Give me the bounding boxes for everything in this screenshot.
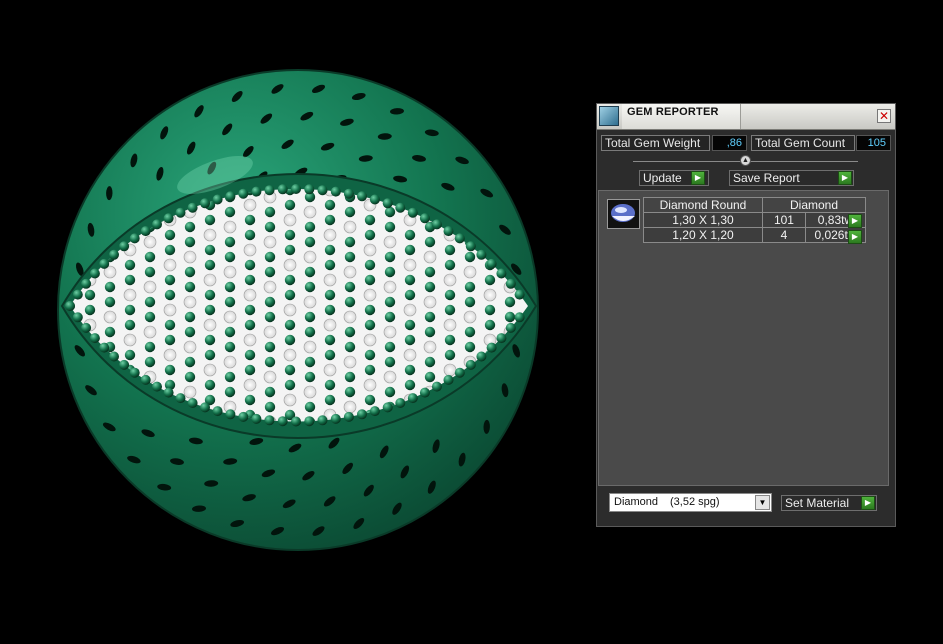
row-count: 101 <box>762 212 806 228</box>
material-sg: (3,52 spg) <box>670 496 720 508</box>
set-material-button-label: Set Material <box>785 496 850 510</box>
header-shape: Diamond Round <box>643 197 763 213</box>
header-material: Diamond <box>762 197 866 213</box>
update-arrow-icon[interactable]: ▶ <box>691 171 705 185</box>
table-row[interactable]: 1,20 X 1,20 4 0,026tw <box>643 227 867 243</box>
total-gem-weight-label: Total Gem Weight <box>601 135 710 151</box>
table-header-row: Diamond Round Diamond <box>643 197 866 213</box>
pendant-model <box>57 69 539 551</box>
material-select[interactable]: Diamond (3,52 spg) ▼ <box>609 493 772 512</box>
table-row[interactable]: 1,30 X 1,30 101 0,83tw <box>643 212 867 228</box>
save-report-button[interactable]: Save Report <box>729 170 854 186</box>
row-size: 1,30 X 1,30 <box>643 212 763 228</box>
row-size: 1,20 X 1,20 <box>643 227 763 243</box>
gem-reporter-icon <box>599 106 619 126</box>
row-2-arrow-icon[interactable]: ▶ <box>848 230 862 244</box>
material-name: Diamond <box>614 496 659 508</box>
total-gem-count-label: Total Gem Count <box>751 135 855 151</box>
set-material-arrow-icon[interactable]: ▶ <box>861 496 875 510</box>
close-icon[interactable]: ✕ <box>877 109 891 123</box>
save-report-arrow-icon[interactable]: ▶ <box>838 171 852 185</box>
row-1-arrow-icon[interactable]: ▶ <box>848 214 862 228</box>
total-gem-weight-value: ,86 <box>712 135 747 151</box>
update-button-label: Update <box>643 171 682 185</box>
gem-list: Diamond Round Diamond 1,30 X 1,30 101 0,… <box>598 190 889 486</box>
gem-table: Diamond Round Diamond 1,30 X 1,30 101 0,… <box>643 197 867 243</box>
row-count: 4 <box>762 227 806 243</box>
chevron-down-icon[interactable]: ▼ <box>755 495 770 510</box>
slider-handle[interactable]: ▲ <box>740 155 751 166</box>
panel-title: GEM REPORTER <box>627 106 719 118</box>
3d-viewport[interactable] <box>0 0 590 644</box>
panel-titlebar[interactable]: GEM REPORTER ✕ <box>597 104 895 130</box>
diamond-round-icon <box>607 199 640 229</box>
gem-reporter-panel: GEM REPORTER ✕ Total Gem Weight ,86 Tota… <box>596 103 896 527</box>
save-report-button-label: Save Report <box>733 171 800 185</box>
total-gem-count-value: 105 <box>856 135 891 151</box>
